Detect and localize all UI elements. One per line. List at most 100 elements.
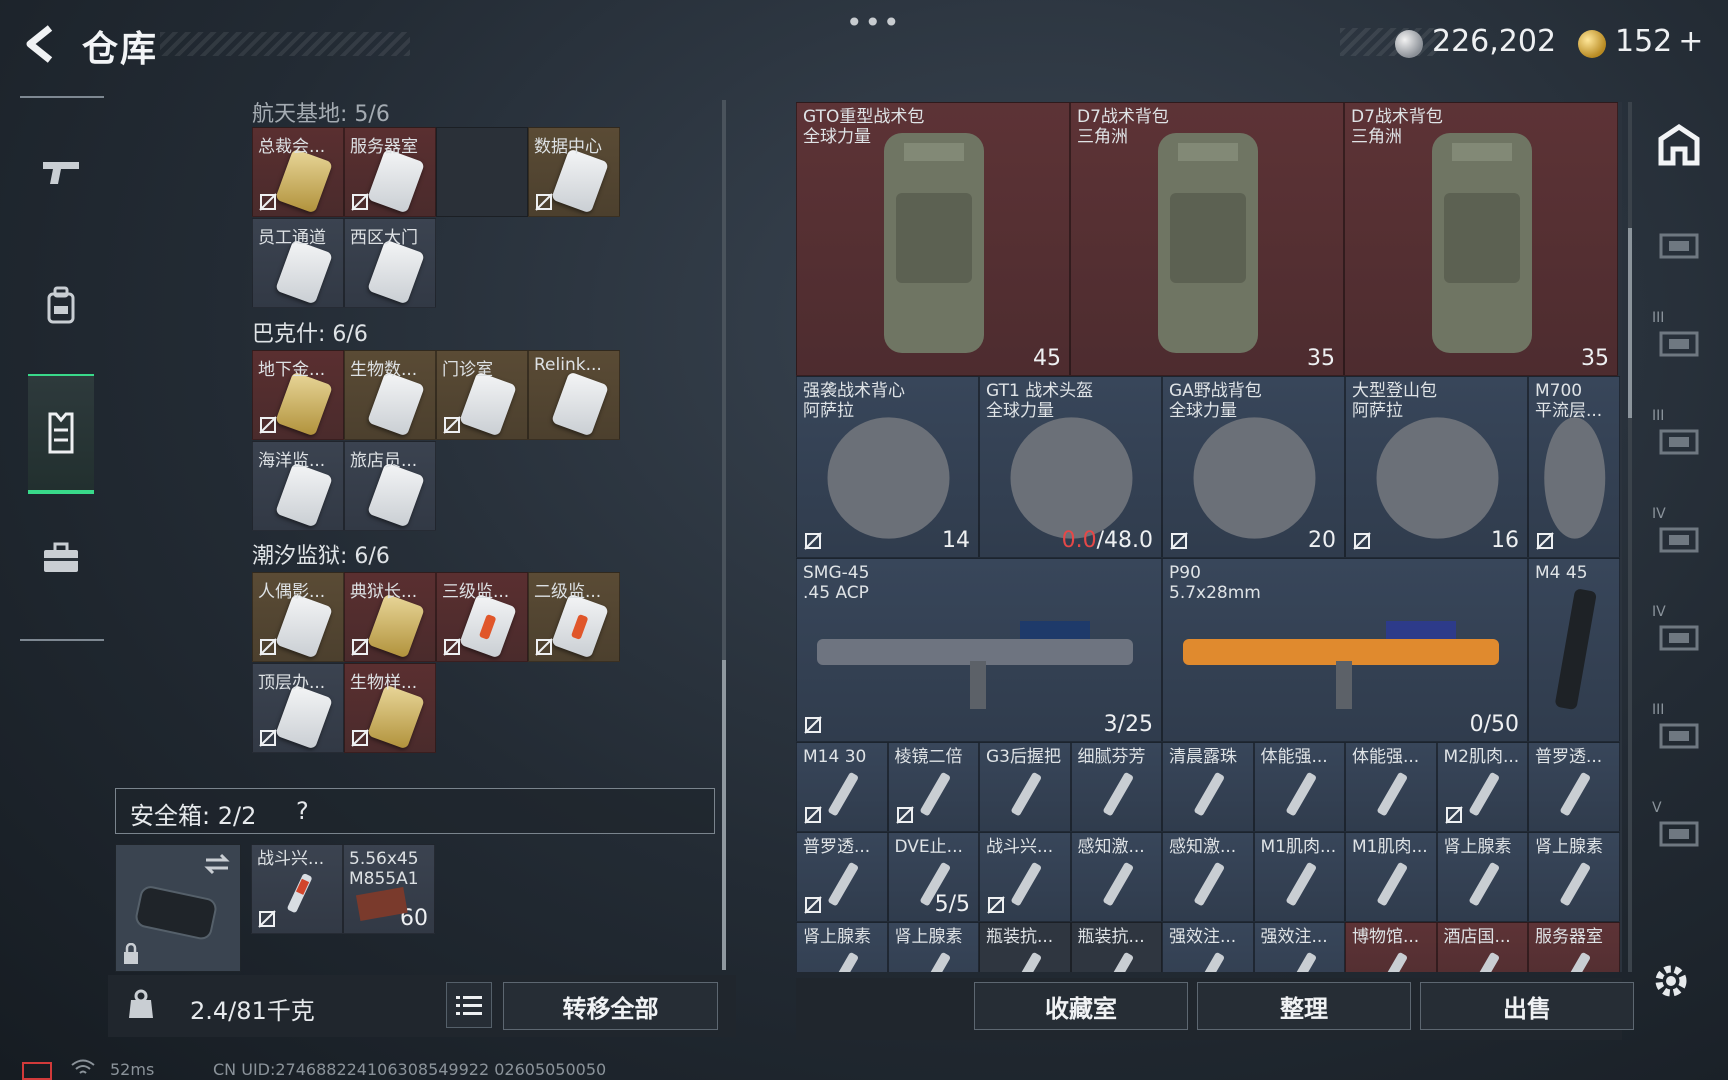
sell-button[interactable]: 出售 [1420,982,1634,1030]
inventory-item[interactable]: 强效注... [1253,922,1345,972]
nav-backpack[interactable] [28,246,94,366]
home-icon [1658,123,1700,166]
gear-icon[interactable] [1650,960,1692,1002]
keycard-slot[interactable]: 西区大门 [344,218,436,308]
inventory-item[interactable]: 瓶装抗... [1070,922,1162,972]
no-trade-icon [804,896,822,914]
item-label: 强效注... [1260,927,1328,947]
inventory-item[interactable]: GTO重型战术包 全球力量 45 [796,102,1070,376]
keycard-slot[interactable]: 员工通道 [252,218,344,308]
item-label: 肾上腺素 [1535,837,1603,857]
item-label: D7战术背包 三角洲 [1351,107,1443,147]
inventory-item[interactable]: 感知激... [1070,832,1162,922]
keycard-slot[interactable]: 顶层办... [252,663,344,753]
inventory-item[interactable]: 瓶装抗... [979,922,1071,972]
help-icon[interactable]: ? [296,797,309,825]
inventory-scrollbar-thumb[interactable] [1628,228,1632,418]
inventory-item[interactable]: 肾上腺素 [1528,832,1620,922]
inventory-item[interactable]: 普罗透... [1528,742,1620,832]
keycard-image [367,371,425,437]
no-trade-icon [259,416,277,434]
keycard-slot[interactable]: 典狱长... [344,572,436,662]
inventory-item[interactable]: P90 5.7x28mm 0/50 [1162,558,1528,742]
inventory-item[interactable]: M4 45 [1528,558,1620,742]
keycard-slot[interactable]: 数据中心 [528,127,620,217]
inventory-item[interactable]: 体能强... [1253,742,1345,832]
inventory-item[interactable]: 服务器室 [1528,922,1620,972]
nav-weapons[interactable] [28,112,94,232]
safebox-item[interactable]: 战斗兴... [251,844,343,934]
inventory-item[interactable]: 战斗兴... [979,832,1071,922]
safebox-item[interactable]: 5.56x45 M855A1 60 [343,844,435,934]
list-view-button[interactable] [446,982,492,1028]
keycard-slot[interactable]: 服务器室 [344,127,436,217]
inventory-item[interactable]: 棱镜二倍 [887,742,979,832]
inventory-item[interactable]: GA野战背包 全球力量 20 [1162,376,1345,558]
page-title: 仓库 [82,29,159,70]
inventory-item[interactable]: 酒店国... [1436,922,1528,972]
keycard-slot[interactable]: 旅店员... [344,441,436,531]
keycard-slot[interactable]: 门诊室 [436,350,528,440]
nav-briefcase[interactable] [28,498,94,618]
inventory-item[interactable]: 体能强... [1345,742,1437,832]
inventory-item[interactable]: D7战术背包 三角洲 35 [1344,102,1618,376]
right-nav-item[interactable]: III [1648,406,1710,472]
tier-label: IV [1652,506,1666,522]
inventory-item[interactable]: 强效注... [1162,922,1254,972]
inventory-item[interactable]: 肾上腺素 [1436,832,1528,922]
nav-vest[interactable] [28,374,94,494]
item-label: 肾上腺素 [803,927,871,947]
tier-label: III [1652,408,1665,424]
inventory-item[interactable]: SMG-45 .45 ACP 3/25 [796,558,1162,742]
keycard-slot[interactable]: 海洋监... [252,441,344,531]
inventory-item[interactable]: M1肌肉... [1345,832,1437,922]
keycard-slot[interactable]: 生物样... [344,663,436,753]
keycard-slot[interactable]: 人偶影... [252,572,344,662]
inventory-item[interactable]: 细腻芬芳 [1070,742,1162,832]
inventory-item[interactable]: 清晨露珠 [1162,742,1254,832]
sort-button[interactable]: 整理 [1197,982,1411,1030]
item-count: 16 [1491,528,1519,553]
right-nav-item[interactable]: V [1648,798,1710,864]
inventory-item[interactable]: M1肌肉... [1253,832,1345,922]
inventory-item[interactable]: 强袭战术背心 阿萨拉 14 [796,376,979,558]
inventory-item[interactable]: D7战术背包 三角洲 35 [1070,102,1344,376]
keycard-slot[interactable]: 三级监... [436,572,528,662]
inventory-item[interactable]: M2肌肉... [1436,742,1528,832]
inventory-item[interactable]: 肾上腺素 [887,922,979,972]
right-nav-item[interactable]: III [1648,700,1710,766]
keycard-slot[interactable]: 地下金... [252,350,344,440]
inventory-item[interactable]: 普罗透... [796,832,888,922]
add-gold-button[interactable]: + [1678,24,1703,59]
keycard-slot[interactable]: 二级监... [528,572,620,662]
no-trade-icon [351,193,369,211]
inventory-item[interactable]: M14 30 [796,742,888,832]
inventory-item[interactable]: DVE止... 5/5 [887,832,979,922]
more-menu-icon[interactable]: ••• [846,6,902,39]
inventory-item[interactable]: M700 平流层... [1528,376,1620,558]
gold-amount[interactable]: 152 + [1615,24,1703,59]
collection-room-button[interactable]: 收藏室 [974,982,1188,1030]
storage-scrollbar-thumb[interactable] [722,660,726,970]
inventory-item[interactable]: 大型登山包 阿萨拉 16 [1345,376,1528,558]
keycard-slot[interactable]: 总裁会... [252,127,344,217]
right-nav-item[interactable] [1648,210,1710,276]
inventory-item[interactable]: 感知激... [1162,832,1254,922]
right-nav-item[interactable] [1648,112,1710,178]
empty-slot[interactable] [436,127,528,217]
safebox-container[interactable] [115,844,241,972]
swap-icon[interactable] [204,853,230,875]
transfer-all-button[interactable]: 转移全部 [503,982,718,1030]
inventory-item[interactable]: GT1 战术头盔 全球力量 0.0/48.0 [979,376,1162,558]
count-value: 14 [942,528,970,553]
weight-readout: 2.4/81千克 [190,997,315,1025]
right-nav-item[interactable]: IV [1648,504,1710,570]
right-nav-item[interactable]: III [1648,308,1710,374]
keycard-slot[interactable]: 生物数... [344,350,436,440]
back-arrow-icon[interactable] [20,22,64,66]
keycard-slot[interactable]: Relink... [528,350,620,440]
inventory-item[interactable]: G3后握把 [979,742,1071,832]
inventory-item[interactable]: 博物馆... [1345,922,1437,972]
inventory-item[interactable]: 肾上腺素 [796,922,888,972]
right-nav-item[interactable]: IV [1648,602,1710,668]
